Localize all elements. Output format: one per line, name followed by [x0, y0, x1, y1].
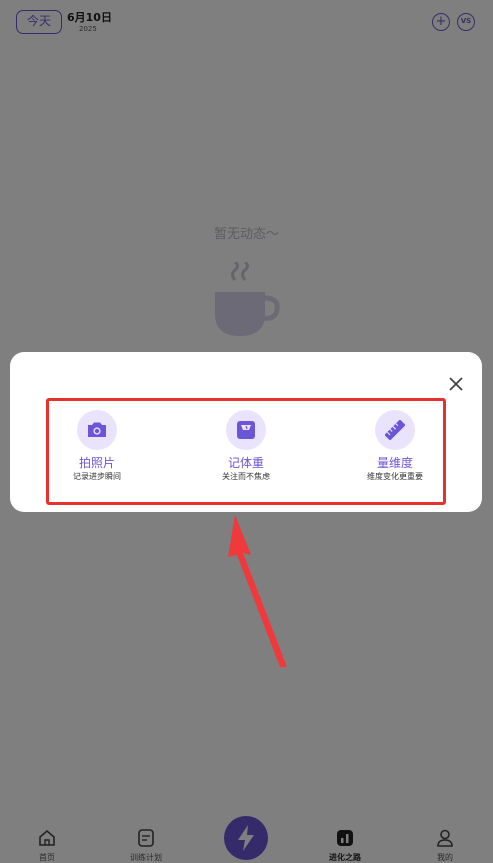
take-photo-title: 拍照片 — [78, 456, 115, 470]
scale-icon-circle — [226, 410, 266, 450]
take-photo-option[interactable]: 拍照片 记录进步瞬间 — [32, 410, 162, 482]
camera-icon-circle — [77, 410, 117, 450]
close-icon[interactable] — [448, 376, 464, 392]
camera-icon — [88, 422, 106, 437]
record-weight-subtitle: 关注而不焦虑 — [222, 472, 270, 481]
ruler-icon-circle — [375, 410, 415, 450]
record-weight-option[interactable]: 记体重 关注而不焦虑 — [181, 410, 311, 482]
arrow-annotation-icon — [228, 515, 287, 667]
measure-dimensions-subtitle: 维度变化更重要 — [367, 472, 423, 481]
record-options-dialog: 拍照片 记录进步瞬间 记体重 关注而不焦虑 量维度 维度变化更重要 — [10, 352, 482, 512]
measure-dimensions-title: 量维度 — [376, 456, 413, 470]
take-photo-subtitle: 记录进步瞬间 — [73, 472, 121, 481]
scale-icon — [237, 421, 255, 439]
measure-dimensions-option[interactable]: 量维度 维度变化更重要 — [330, 410, 460, 482]
ruler-icon — [385, 420, 405, 440]
record-weight-title: 记体重 — [227, 456, 264, 470]
